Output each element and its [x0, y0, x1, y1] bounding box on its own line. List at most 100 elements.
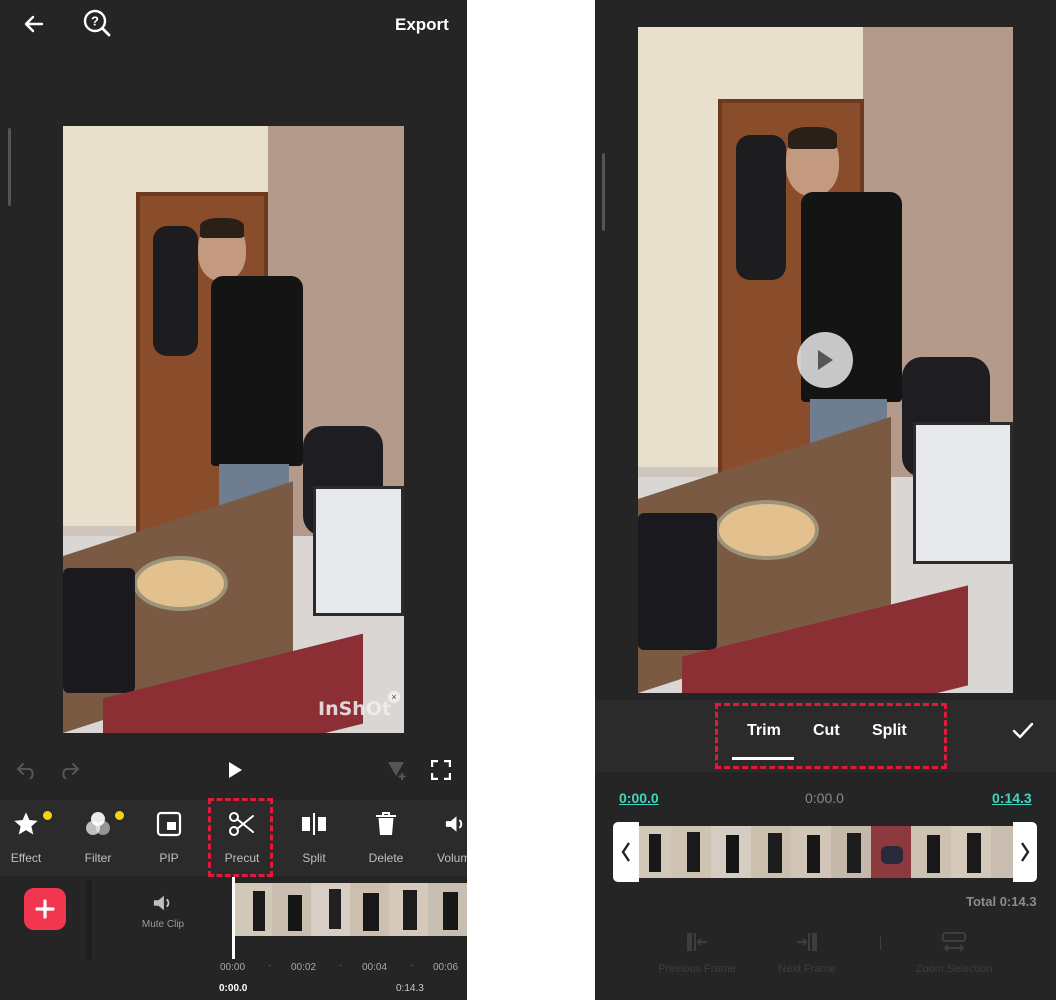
mute-clip-label: Mute Clip [141, 919, 185, 930]
tool-volume-label: Volum [437, 851, 467, 865]
keyframe-add-icon [388, 762, 406, 780]
help-search-button[interactable]: ? [80, 6, 114, 40]
clip-filmstrip[interactable] [233, 883, 467, 936]
mute-clip-button[interactable]: Mute Clip [130, 893, 196, 930]
ruler-tick-1: 00:02 [291, 962, 317, 973]
redo-button[interactable] [56, 758, 82, 782]
previous-frame-icon [687, 933, 707, 951]
tool-effect-label: Effect [10, 851, 42, 865]
bread-plate [715, 500, 819, 560]
scroll-indicator[interactable] [602, 153, 605, 231]
fullscreen-icon [431, 760, 451, 780]
preview-play-button[interactable] [797, 332, 853, 388]
previous-frame-label: Previous Frame [658, 963, 736, 975]
checkmark-icon [1012, 722, 1034, 739]
next-frame-button[interactable]: Next Frame [765, 930, 849, 975]
clip-frame [288, 895, 302, 931]
trim-filmstrip[interactable] [631, 826, 1021, 878]
ruler-dot: · [339, 960, 343, 971]
current-time: 0:00.0 [219, 983, 248, 994]
tabs-highlight-box [715, 703, 947, 769]
clip-frame [927, 835, 940, 873]
clip-frame [847, 833, 861, 873]
ruler-tick-0: 00:00 [220, 962, 246, 973]
filter-new-badge [115, 811, 124, 820]
plus-icon [35, 899, 55, 919]
tool-volume[interactable]: Volum [422, 806, 467, 872]
clip-frame [253, 891, 265, 931]
clip-frame [403, 890, 417, 930]
tool-delete[interactable]: Delete [356, 806, 416, 872]
clip-frame [726, 835, 739, 873]
trim-handle-left[interactable] [613, 822, 639, 882]
trim-current-time: 0:00.0 [805, 790, 844, 806]
person-shirt [211, 276, 303, 466]
editor-screen: ? Export InShOt × Effect Filter PIP Prec… [0, 0, 467, 1000]
trash-icon [376, 812, 396, 835]
play-icon [229, 762, 242, 778]
chevron-right-icon [1021, 842, 1030, 862]
clip-frame [363, 893, 379, 931]
export-button[interactable]: Export [395, 15, 449, 35]
clip-frame [329, 889, 341, 929]
playhead[interactable] [232, 877, 235, 959]
back-arrow-icon [24, 15, 44, 33]
volume-icon [445, 816, 463, 832]
clip-frame [768, 833, 782, 873]
watermark-close-icon[interactable]: × [388, 691, 400, 703]
redo-icon [62, 763, 80, 779]
precut-screen: Trim Cut Split 0:00.0 0:00.0 0:14.3 Tota… [595, 0, 1056, 1000]
tool-delete-label: Delete [368, 851, 404, 865]
undo-icon [16, 763, 34, 779]
ruler-dot: · [268, 960, 272, 971]
zoom-selection-icon [942, 932, 966, 952]
tool-pip-label: PIP [159, 851, 179, 865]
mug [638, 513, 717, 650]
clip-frame [881, 846, 903, 864]
mug [63, 568, 135, 693]
add-clip-button[interactable] [24, 888, 66, 930]
ruler-tick-3: 00:06 [433, 962, 459, 973]
watermark[interactable]: InShOt [318, 698, 391, 720]
chevron-left-icon [621, 842, 630, 862]
trim-start-time[interactable]: 0:00.0 [619, 790, 659, 806]
video-preview[interactable] [638, 27, 1013, 693]
star-icon [14, 812, 38, 835]
monitor [913, 422, 1013, 564]
total-duration: 0:14.3 [396, 983, 424, 994]
total-duration: Total 0:14.3 [966, 894, 1037, 909]
help-magnifier-icon: ? [83, 9, 111, 37]
monitor [313, 486, 404, 616]
zoom-selection-button[interactable]: Zoom Selection [908, 930, 1000, 975]
fullscreen-button[interactable] [428, 758, 454, 782]
track-divider [86, 880, 92, 960]
clip-frame [687, 832, 700, 872]
play-icon [818, 350, 833, 370]
clip-frame [649, 834, 661, 872]
confirm-button[interactable] [1009, 717, 1037, 745]
ruler-tick-2: 00:04 [362, 962, 388, 973]
trim-handle-right[interactable] [1013, 822, 1037, 882]
back-button[interactable] [18, 8, 50, 40]
next-frame-icon [797, 933, 817, 951]
precut-highlight-box [208, 798, 273, 877]
previous-frame-button[interactable]: Previous Frame [651, 930, 743, 975]
tool-filter-label: Filter [84, 851, 112, 865]
clip-frame [967, 833, 981, 873]
zoom-selection-label: Zoom Selection [915, 963, 993, 975]
pip-icon [156, 811, 182, 837]
backpack [736, 135, 786, 280]
tool-pip[interactable]: PIP [139, 806, 199, 872]
tool-split[interactable]: Split [284, 806, 344, 872]
add-keyframe-button[interactable] [383, 757, 411, 783]
trim-end-time[interactable]: 0:14.3 [992, 790, 1032, 806]
ruler-dot: · [410, 960, 414, 971]
undo-button[interactable] [14, 758, 40, 782]
effect-new-badge [43, 811, 52, 820]
tool-split-label: Split [302, 851, 326, 865]
video-preview[interactable]: InShOt × [63, 126, 404, 733]
speaker-icon [153, 895, 170, 911]
scroll-indicator[interactable] [8, 128, 11, 206]
person-hair [788, 127, 837, 149]
play-button[interactable] [222, 758, 248, 782]
